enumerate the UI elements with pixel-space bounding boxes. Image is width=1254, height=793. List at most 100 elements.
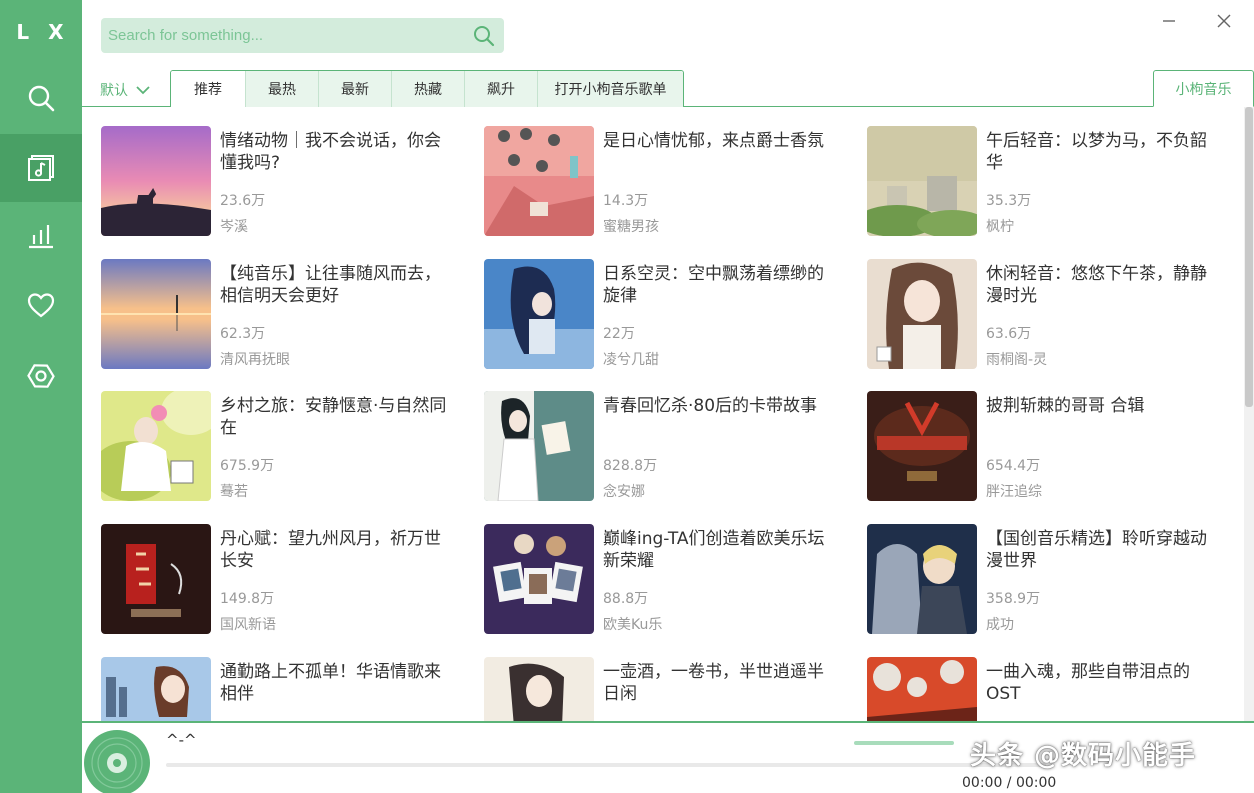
playlist-title[interactable]: 青春回忆杀·80后的卡带故事	[603, 395, 838, 417]
chevron-down-icon	[136, 85, 150, 94]
playlist-title[interactable]: 巅峰ing-TA们创造着欧美乐坛新荣耀	[603, 528, 838, 572]
playlist-card[interactable]: 通勤路上不孤单！华语情歌来相伴	[101, 657, 471, 721]
playlist-cover[interactable]	[484, 126, 594, 236]
search-icon	[28, 85, 55, 112]
volume-slider[interactable]	[854, 741, 954, 745]
playlist-title[interactable]: 【国创音乐精选】聆听穿越动漫世界	[986, 528, 1221, 572]
sidebar-item-search[interactable]	[0, 64, 82, 132]
playlist-play-count: 35.3万	[986, 193, 1032, 209]
playlist-play-count: 149.8万	[220, 591, 275, 607]
playlist-title[interactable]: 一壶酒，一卷书，半世逍遥半日闲	[603, 661, 838, 705]
playlist-author: 岑溪	[220, 219, 248, 235]
tab-newest[interactable]: 最新	[318, 71, 391, 107]
playlist-title[interactable]: 【纯音乐】让往事随风而去，相信明天会更好	[220, 263, 455, 307]
playlist-title[interactable]: 休闲轻音：悠悠下午茶，静静漫时光	[986, 263, 1221, 307]
time-display: 00:00 / 00:00	[962, 775, 1057, 791]
chart-icon	[29, 225, 53, 249]
playlist-play-count: 828.8万	[603, 458, 658, 474]
playlist-title[interactable]: 丹心赋：望九州风月，祈万世长安	[220, 528, 455, 572]
playlist-card[interactable]: 【纯音乐】让往事随风而去，相信明天会更好 62.3万 清风再抚眼	[101, 259, 471, 371]
playlist-title[interactable]: 乡村之旅：安静惬意·与自然同在	[220, 395, 455, 439]
playlist-author: 国风新语	[220, 617, 276, 633]
playlist-title[interactable]: 一曲入魂，那些自带泪点的OST	[986, 661, 1221, 705]
playlist-card[interactable]: 日系空灵：空中飘荡着缥缈的旋律 22万 凌兮几甜	[484, 259, 854, 371]
playlist-cover[interactable]	[101, 259, 211, 369]
disc-icon[interactable]	[84, 730, 150, 793]
playlist-card[interactable]: 午后轻音：以梦为马，不负韶华 35.3万 枫柠	[867, 126, 1237, 238]
playlist-card[interactable]: 一壶酒，一卷书，半世逍遥半日闲	[484, 657, 854, 721]
playlist-card[interactable]: 一曲入魂，那些自带泪点的OST	[867, 657, 1237, 721]
playlist-author: 胖汪追综	[986, 484, 1042, 500]
tab-group: 推荐 最热 最新 热藏 飙升 打开小枸音乐歌单	[170, 70, 684, 107]
playlist-cover[interactable]	[484, 259, 594, 369]
playlist-card[interactable]: 乡村之旅：安静惬意·与自然同在 675.9万 蓦若	[101, 391, 471, 503]
playlist-author: 雨桐阁-灵	[986, 352, 1048, 368]
search-icon[interactable]	[472, 24, 496, 48]
playlist-title[interactable]: 披荆斩棘的哥哥 合辑	[986, 395, 1221, 417]
playlist-cover[interactable]	[101, 391, 211, 501]
tab-hottest[interactable]: 最热	[245, 71, 318, 107]
tab-rising[interactable]: 飙升	[464, 71, 537, 107]
sort-select[interactable]: 默认	[100, 79, 150, 101]
playlist-card[interactable]: 情绪动物｜我不会说话，你会懂我吗? 23.6万 岑溪	[101, 126, 471, 238]
tab-open-playlist[interactable]: 打开小枸音乐歌单	[537, 71, 683, 107]
playlist-cover[interactable]	[101, 126, 211, 236]
playlist-card[interactable]: 丹心赋：望九州风月，祈万世长安 149.8万 国风新语	[101, 524, 471, 636]
playlist-card[interactable]: 青春回忆杀·80后的卡带故事 828.8万 念安娜	[484, 391, 854, 503]
playlist-play-count: 63.6万	[986, 326, 1032, 342]
heart-icon	[27, 293, 55, 318]
sidebar-item-settings[interactable]	[0, 342, 82, 410]
playlist-card[interactable]: 披荆斩棘的哥哥 合辑 654.4万 胖汪追综	[867, 391, 1237, 503]
playlist-author: 清风再抚眼	[220, 352, 290, 368]
playlist-title[interactable]: 通勤路上不孤单！华语情歌来相伴	[220, 661, 455, 705]
playlist-play-count: 23.6万	[220, 193, 266, 209]
playlist-author: 凌兮几甜	[603, 352, 659, 368]
playlist-play-count: 675.9万	[220, 458, 275, 474]
tab-most-collected[interactable]: 热藏	[391, 71, 464, 107]
progress-bar[interactable]	[166, 763, 1046, 767]
app-logo: L X	[16, 20, 70, 44]
playlist-author: 枫柠	[986, 219, 1014, 235]
playlist-cover[interactable]	[101, 524, 211, 634]
playlist-title[interactable]: 午后轻音：以梦为马，不负韶华	[986, 130, 1221, 174]
playlist-play-count: 62.3万	[220, 326, 266, 342]
close-icon	[1217, 14, 1231, 28]
playlist-card[interactable]: 休闲轻音：悠悠下午茶，静静漫时光 63.6万 雨桐阁-灵	[867, 259, 1237, 371]
playlist-cover[interactable]	[867, 391, 977, 501]
source-tab[interactable]: 小枸音乐	[1153, 70, 1254, 107]
playlist-title[interactable]: 日系空灵：空中飘荡着缥缈的旋律	[603, 263, 838, 307]
tab-recommend[interactable]: 推荐	[171, 71, 245, 107]
playlist-card[interactable]: 【国创音乐精选】聆听穿越动漫世界 358.9万 成功	[867, 524, 1237, 636]
playlist-cover[interactable]	[867, 657, 977, 721]
playlist-title[interactable]: 是日心情忧郁，来点爵士香氛	[603, 130, 838, 152]
playlist-play-count: 22万	[603, 326, 635, 342]
playlist-card[interactable]: 巅峰ing-TA们创造着欧美乐坛新荣耀 88.8万 欧美Ku乐	[484, 524, 854, 636]
music-list-icon	[28, 155, 54, 181]
playlist-cover[interactable]	[484, 657, 594, 721]
sidebar-item-favorites[interactable]	[0, 271, 82, 339]
search-box	[101, 18, 504, 53]
playlist-author: 欧美Ku乐	[603, 617, 663, 633]
playlist-play-count: 88.8万	[603, 591, 649, 607]
close-button[interactable]	[1213, 10, 1235, 32]
player-bar: ^-^ 00:00 / 00:00 头条 @数码小能手	[82, 721, 1254, 793]
playlist-cover[interactable]	[867, 259, 977, 369]
playlist-cover[interactable]	[867, 524, 977, 634]
playlist-title[interactable]: 情绪动物｜我不会说话，你会懂我吗?	[220, 130, 455, 174]
sort-label: 默认	[100, 83, 128, 99]
playlist-cover[interactable]	[484, 524, 594, 634]
playlist-cover[interactable]	[867, 126, 977, 236]
playlist-author: 念安娜	[603, 484, 645, 500]
playlist-play-count: 654.4万	[986, 458, 1041, 474]
playlist-cover[interactable]	[101, 657, 211, 721]
sidebar-item-songlist[interactable]	[0, 134, 82, 202]
sidebar-item-leaderboard[interactable]	[0, 202, 82, 270]
search-input[interactable]	[101, 18, 461, 53]
scrollbar-thumb[interactable]	[1245, 107, 1253, 407]
playlist-card[interactable]: 是日心情忧郁，来点爵士香氛 14.3万 蜜糖男孩	[484, 126, 854, 238]
playlist-author: 成功	[986, 617, 1014, 633]
playlist-grid: 情绪动物｜我不会说话，你会懂我吗? 23.6万 岑溪 是日心情忧郁，来点爵士香氛…	[82, 107, 1242, 721]
song-title: ^-^	[166, 731, 197, 749]
playlist-cover[interactable]	[484, 391, 594, 501]
minimize-button[interactable]	[1158, 10, 1180, 32]
